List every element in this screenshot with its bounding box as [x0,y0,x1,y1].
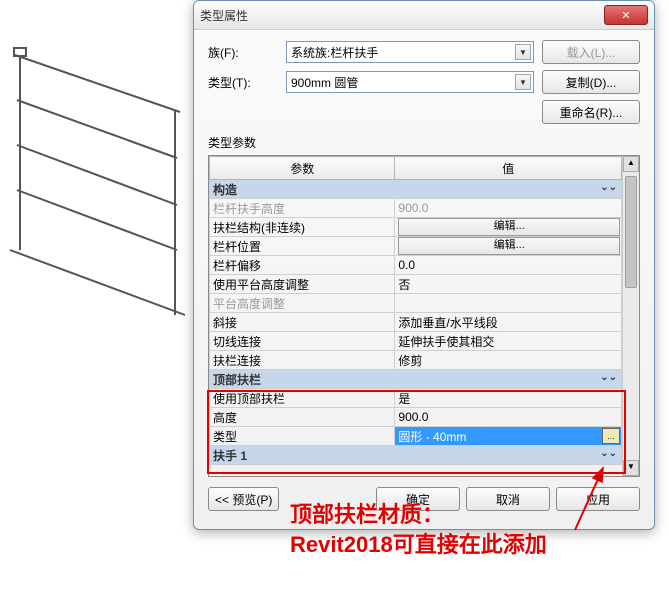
type-params-label: 类型参数 [208,134,640,151]
table-row[interactable]: 栏杆偏移0.0 [210,256,622,275]
edit-button[interactable]: 编辑... [398,218,620,236]
parameters-grid: 参数 值 构造⌄⌄ 栏杆扶手高度900.0 扶栏结构(非连续)编辑... 栏杆位… [208,155,640,477]
table-row[interactable]: 斜接添加垂直/水平线段 [210,313,622,332]
collapse-icon: ⌄⌄ [600,448,617,459]
type-combo[interactable]: 900mm 圆管 ▼ [286,71,534,93]
table-row[interactable]: 切线连接延伸扶手使其相交 [210,332,622,351]
annotation-text: 顶部扶栏材质： Revit2018可直接在此添加 [290,500,547,559]
table-row[interactable]: 平台高度调整 [210,294,622,313]
vertical-scrollbar[interactable]: ▲ ▼ [622,156,639,476]
dialog-title: 类型属性 [200,7,604,24]
railing-illustration [5,30,205,330]
type-value-cell[interactable]: 圆形 - 40mm ... [395,427,622,446]
apply-button[interactable]: 应用 [556,487,640,511]
table-row[interactable]: 高度900.0 [210,408,622,427]
preview-button[interactable]: << 预览(P) [208,487,279,511]
table-row[interactable]: 扶栏连接修剪 [210,351,622,370]
type-label: 类型(T): [208,74,278,91]
col-value[interactable]: 值 [395,157,622,180]
table-row[interactable]: 类型 圆形 - 40mm ... [210,427,622,446]
table-row[interactable]: 栏杆位置编辑... [210,237,622,256]
table-row[interactable]: 使用顶部扶栏是 [210,389,622,408]
grid-header-row: 参数 值 [210,157,622,180]
table-row[interactable]: 栏杆扶手高度900.0 [210,199,622,218]
family-combo[interactable]: 系统族:栏杆扶手 ▼ [286,41,534,63]
dialog-titlebar[interactable]: 类型属性 ✕ [194,1,654,30]
collapse-icon: ⌄⌄ [600,182,617,193]
table-row[interactable]: 扶栏结构(非连续)编辑... [210,218,622,237]
chevron-down-icon: ▼ [515,74,531,90]
section-construction[interactable]: 构造⌄⌄ [210,180,622,199]
rename-button[interactable]: 重命名(R)... [542,100,640,124]
chevron-down-icon: ▼ [515,44,531,60]
scrollbar-thumb[interactable] [625,176,637,288]
edit-button[interactable]: 编辑... [398,237,620,255]
type-properties-dialog: 类型属性 ✕ 族(F): 系统族:栏杆扶手 ▼ 载入(L)... 类型(T): … [193,0,655,530]
col-param[interactable]: 参数 [210,157,395,180]
type-combo-value: 900mm 圆管 [291,74,358,91]
table-row[interactable]: 使用平台高度调整否 [210,275,622,294]
scroll-up-icon[interactable]: ▲ [623,156,639,172]
copy-button[interactable]: 复制(D)... [542,70,640,94]
family-label: 族(F): [208,44,278,61]
section-top-rail[interactable]: 顶部扶栏⌄⌄ [210,370,622,389]
close-button[interactable]: ✕ [604,5,648,25]
browse-button[interactable]: ... [602,428,620,444]
scroll-down-icon[interactable]: ▼ [623,460,639,476]
load-button[interactable]: 载入(L)... [542,40,640,64]
collapse-icon: ⌄⌄ [600,372,617,383]
section-handrail-1[interactable]: 扶手 1⌄⌄ [210,446,622,465]
family-combo-value: 系统族:栏杆扶手 [291,44,378,61]
